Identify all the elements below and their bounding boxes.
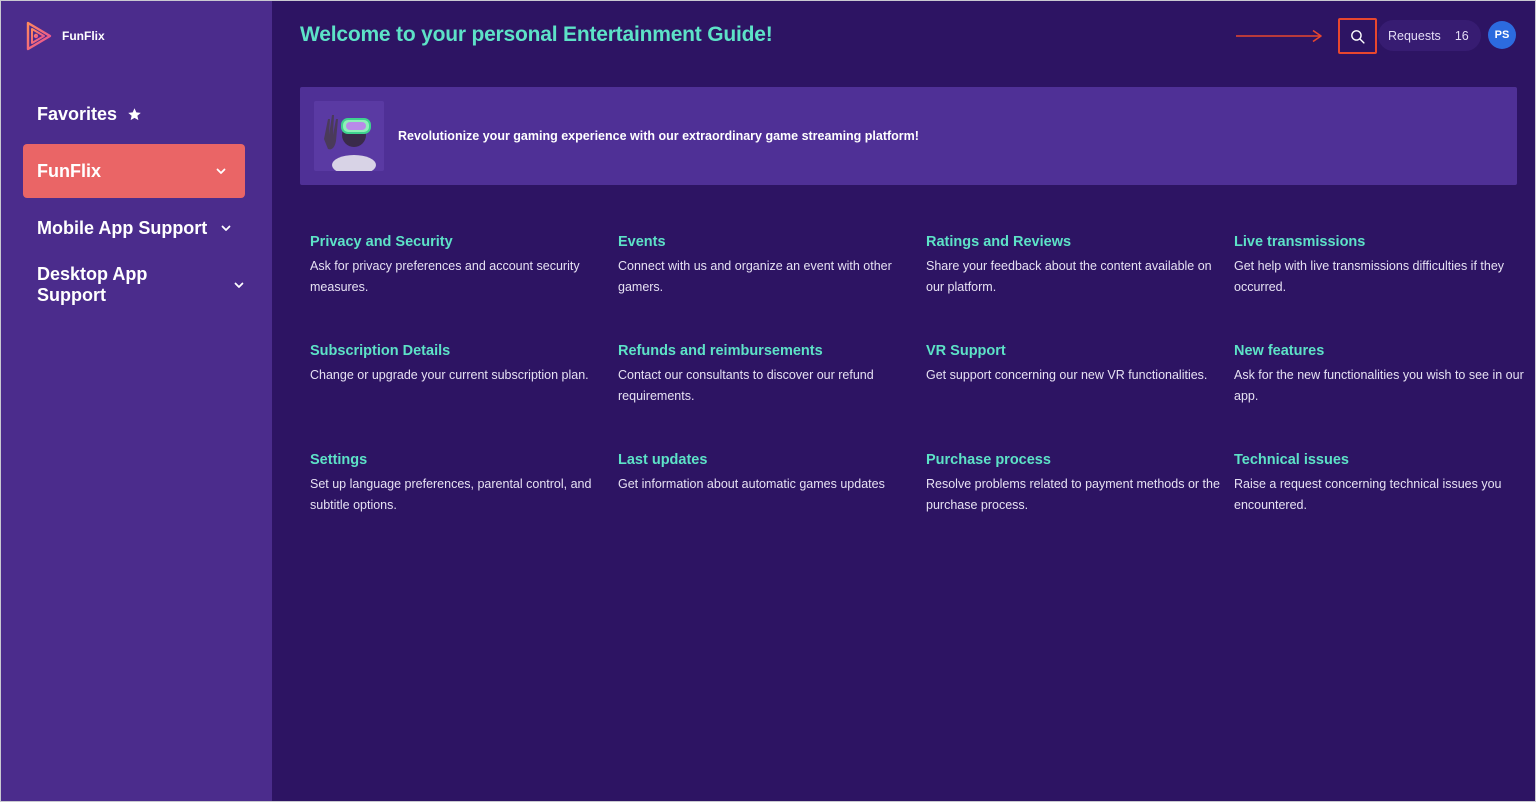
requests-label: Requests [1388, 28, 1441, 43]
category-title: VR Support [926, 343, 1006, 359]
chevron-down-icon [221, 225, 231, 231]
page-title: Welcome to your personal Entertainment G… [300, 23, 773, 46]
chevron-down-icon [234, 282, 244, 288]
category-card-subscription-details[interactable]: Subscription Details Change or upgrade y… [310, 343, 618, 452]
requests-count-badge: 16 [1454, 28, 1469, 43]
requests-button[interactable]: Requests 16 [1378, 20, 1481, 51]
category-title: Subscription Details [310, 343, 451, 359]
category-description: Contact our consultants to discover our … [618, 368, 874, 403]
category-description: Ask for privacy preferences and account … [310, 259, 580, 294]
main-content: Welcome to your personal Entertainment G… [272, 1, 1535, 801]
category-title: New features [1234, 343, 1325, 359]
vr-headset-image [314, 101, 384, 171]
category-card-ratings-and-reviews[interactable]: Ratings and Reviews Share your feedback … [926, 234, 1234, 343]
annotation-arrow-icon [1236, 29, 1322, 43]
category-card-refunds-and-reimbursements[interactable]: Refunds and reimbursements Contact our c… [618, 343, 926, 452]
category-card-events[interactable]: Events Connect with us and organize an e… [618, 234, 926, 343]
star-icon [128, 107, 141, 120]
category-card-settings[interactable]: Settings Set up language preferences, pa… [310, 452, 618, 561]
search-button[interactable] [1338, 18, 1377, 54]
sidebar-nav: Favorites FunFlix Mobile App Support Des… [23, 87, 245, 315]
category-title: Events [618, 234, 666, 250]
category-description: Set up language preferences, parental co… [310, 477, 592, 512]
sidebar-item-funflix[interactable]: FunFlix [23, 144, 245, 198]
sidebar-item-favorites[interactable]: Favorites [23, 87, 245, 141]
search-icon [1351, 29, 1365, 44]
sidebar-item-label: Favorites [37, 103, 118, 124]
category-card-purchase-process[interactable]: Purchase process Resolve problems relate… [926, 452, 1234, 561]
category-title: Purchase process [926, 452, 1051, 468]
category-card-vr-support[interactable]: VR Support Get support concerning our ne… [926, 343, 1234, 452]
sidebar-item-mobile-app-support[interactable]: Mobile App Support [23, 201, 245, 255]
sidebar-item-label: FunFlix [37, 160, 101, 181]
category-description: Raise a request concerning technical iss… [1234, 477, 1502, 512]
sidebar: FunFlix Favorites FunFlix Mobile App Sup… [1, 1, 272, 801]
promo-banner: Revolutionize your gaming experience wit… [300, 87, 1517, 185]
category-title: Ratings and Reviews [926, 234, 1072, 250]
banner-text: Revolutionize your gaming experience wit… [398, 129, 919, 143]
app-window: FunFlix Favorites FunFlix Mobile App Sup… [0, 0, 1536, 802]
avatar[interactable]: PS [1488, 21, 1516, 49]
category-title: Technical issues [1234, 452, 1349, 468]
category-title: Privacy and Security [310, 234, 453, 250]
category-description: Share your feedback about the content av… [926, 259, 1212, 294]
category-description: Change or upgrade your current subscript… [310, 368, 589, 382]
category-card-new-features[interactable]: New features Ask for the new functionali… [1234, 343, 1535, 452]
logo[interactable]: FunFlix [22, 20, 105, 52]
category-card-privacy-and-security[interactable]: Privacy and Security Ask for privacy pre… [310, 234, 618, 343]
funflix-logo-icon [26, 21, 52, 51]
sidebar-item-label: Desktop App Support [37, 264, 148, 305]
sidebar-item-label: Mobile App Support [37, 217, 208, 238]
category-title: Settings [310, 452, 368, 468]
category-description: Get help with live transmissions difficu… [1234, 259, 1505, 294]
category-description: Get information about automatic games up… [618, 477, 885, 491]
category-title: Last updates [618, 452, 708, 468]
category-title: Live transmissions [1234, 234, 1366, 250]
category-description: Resolve problems related to payment meth… [926, 477, 1220, 512]
logo-text: FunFlix [62, 29, 105, 43]
category-card-last-updates[interactable]: Last updates Get information about autom… [618, 452, 926, 561]
category-grid: Privacy and Security Ask for privacy pre… [310, 234, 1524, 561]
sidebar-item-desktop-app-support[interactable]: Desktop App Support [23, 258, 245, 312]
chevron-down-icon [216, 168, 226, 174]
category-title: Refunds and reimbursements [618, 343, 823, 359]
category-description: Connect with us and organize an event wi… [618, 259, 892, 294]
category-description: Ask for the new functionalities you wish… [1234, 368, 1524, 403]
category-description: Get support concerning our new VR functi… [926, 368, 1208, 382]
category-card-technical-issues[interactable]: Technical issues Raise a request concern… [1234, 452, 1535, 561]
category-card-live-transmissions[interactable]: Live transmissions Get help with live tr… [1234, 234, 1535, 343]
